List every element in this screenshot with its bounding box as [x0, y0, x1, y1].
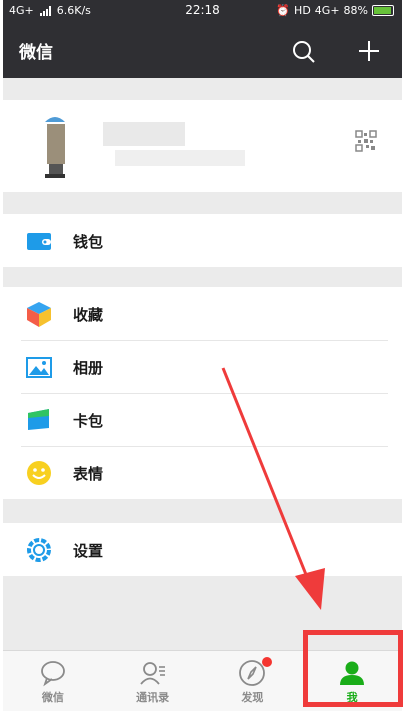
- main-group: 收藏 相册 卡包 表情: [3, 287, 402, 499]
- highlight-box: [303, 630, 403, 707]
- hd-label: HD: [294, 4, 311, 17]
- menu-label-album: 相册: [73, 359, 104, 377]
- tab-label-contacts: 通讯录: [136, 691, 170, 704]
- plus-icon[interactable]: [356, 38, 382, 64]
- menu-label-settings: 设置: [73, 542, 104, 560]
- network-type-2: 4G+: [314, 4, 340, 17]
- smiley-icon: [27, 461, 51, 485]
- battery-percent: 88%: [343, 4, 368, 17]
- notification-dot: [261, 657, 272, 667]
- app-header: 微信: [3, 22, 402, 78]
- qrcode-icon[interactable]: [355, 130, 377, 152]
- me-content: 钱包 收藏 相册 卡包 表情 设置: [3, 78, 402, 650]
- menu-label-stickers: 表情: [73, 465, 104, 483]
- profile-name-blurred: [103, 122, 185, 146]
- card-wallet-icon: [28, 409, 49, 430]
- menu-item-favorites[interactable]: 收藏: [3, 287, 402, 340]
- search-icon[interactable]: [291, 39, 317, 65]
- menu-item-settings[interactable]: 设置: [3, 523, 402, 576]
- menu-item-album[interactable]: 相册: [3, 340, 402, 393]
- battery-icon: [372, 5, 394, 16]
- avatar[interactable]: [35, 112, 75, 180]
- gear-icon: [27, 538, 51, 562]
- tab-chats[interactable]: 微信: [3, 651, 103, 711]
- menu-item-wallet[interactable]: 钱包: [3, 214, 402, 267]
- wechat-me-screen: 4G+ 6.6K/s 22:18 ⏰ HD 4G+ 88% 微信 钱包 收藏 相…: [0, 0, 405, 711]
- menu-label-cards: 卡包: [73, 412, 104, 430]
- wallet-icon: [27, 233, 51, 250]
- chat-bubble-icon: [40, 661, 65, 687]
- favorites-cube-icon: [27, 302, 51, 327]
- status-bar: 4G+ 6.6K/s 22:18 ⏰ HD 4G+ 88%: [3, 0, 402, 22]
- alarm-icon: ⏰: [276, 4, 291, 17]
- album-icon: [26, 357, 52, 378]
- tab-discover[interactable]: 发现: [203, 651, 303, 711]
- tab-contacts[interactable]: 通讯录: [103, 651, 203, 711]
- tab-label-chats: 微信: [41, 691, 64, 704]
- page-title: 微信: [19, 43, 53, 63]
- menu-item-cards[interactable]: 卡包: [3, 393, 402, 446]
- profile-id-blurred: [115, 150, 245, 166]
- menu-item-stickers[interactable]: 表情: [3, 446, 402, 499]
- contacts-icon: [139, 662, 165, 685]
- settings-group: 设置: [3, 523, 402, 576]
- tab-label-discover: 发现: [241, 691, 264, 704]
- wallet-group: 钱包: [3, 214, 402, 267]
- menu-label-wallet: 钱包: [73, 233, 104, 251]
- menu-label-favorites: 收藏: [73, 306, 104, 324]
- profile-card[interactable]: [3, 100, 402, 192]
